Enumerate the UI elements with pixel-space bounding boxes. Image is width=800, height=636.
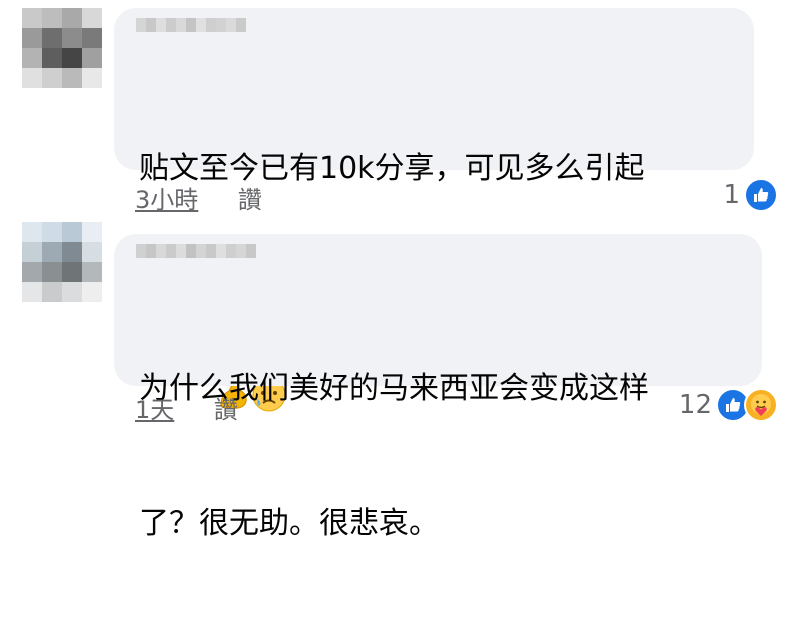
avatar[interactable] — [22, 222, 102, 302]
avatar[interactable] — [22, 8, 102, 88]
like-action[interactable]: 讚 — [214, 396, 238, 424]
like-action[interactable]: 讚 — [238, 186, 262, 214]
reaction-summary[interactable]: 1 — [723, 178, 778, 212]
comment-bubble: 贴文至今已有10k分享，可见多么引起 共鸣 — [114, 8, 754, 411]
comment-meta: 1天 讚 — [135, 390, 238, 425]
comment-bubble: 为什么我们美好的马来西亚会变成这样 了？很无助。很悲哀。 — [114, 234, 762, 541]
comment-timestamp[interactable]: 1天 — [135, 396, 174, 424]
commenter-name-pixelated[interactable] — [136, 244, 256, 258]
reaction-count: 12 — [678, 390, 712, 420]
comment-text-line: 了？很无助。很悲哀。 — [139, 506, 439, 541]
care-icon — [744, 388, 778, 422]
commenter-name-pixelated[interactable] — [136, 18, 246, 32]
reaction-summary[interactable]: 12 — [679, 388, 778, 422]
comment-text: 为什么我们美好的马来西亚会变成这样 了？很无助。很悲哀。 — [139, 276, 779, 636]
comment-timestamp[interactable]: 3小時 — [135, 186, 198, 214]
reaction-count: 1 — [723, 180, 740, 210]
comment-meta: 3小時 讚 — [135, 180, 262, 215]
like-icon — [744, 178, 778, 212]
